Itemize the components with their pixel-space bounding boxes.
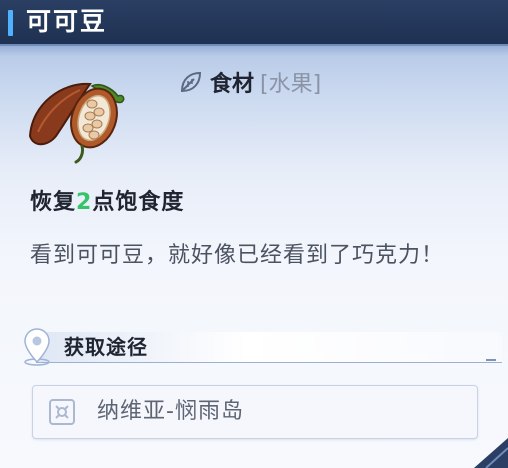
map-location-icon: [49, 399, 75, 425]
item-category: 食材 [水果]: [178, 62, 321, 102]
acquisition-header: 获取途径: [18, 328, 502, 368]
title-bar: 可可豆: [0, 0, 508, 46]
location-pin-icon: [24, 328, 50, 366]
item-detail-panel: 可可豆 食材 [水果] 恢复2点饱食度 看到可可豆，就好像已经看到了巧克力！ 获…: [0, 0, 508, 468]
acquisition-location-label: 纳维亚-悯雨岛: [97, 399, 244, 424]
acquisition-title: 获取途径: [64, 335, 148, 359]
item-description: 看到可可豆，就好像已经看到了巧克力！: [30, 243, 445, 268]
effect-amount: 2: [76, 190, 93, 215]
effect-suffix: 点饱食度: [92, 190, 185, 215]
effect-text: 恢复2点饱食度: [30, 185, 184, 221]
leaf-icon: [180, 71, 202, 93]
header-shadow: [0, 46, 508, 56]
item-title: 可可豆: [26, 7, 108, 36]
header-dash: [486, 359, 496, 361]
acquisition-entry[interactable]: 纳维亚-悯雨岛: [32, 385, 478, 439]
category-label: 食材: [210, 72, 255, 97]
corner-decoration: [474, 438, 508, 468]
cocoa-pod-icon: [28, 82, 125, 164]
subcategory-label: [水果]: [260, 72, 322, 97]
effect-prefix: 恢复: [30, 190, 77, 215]
title-accent-bar: [8, 10, 13, 36]
